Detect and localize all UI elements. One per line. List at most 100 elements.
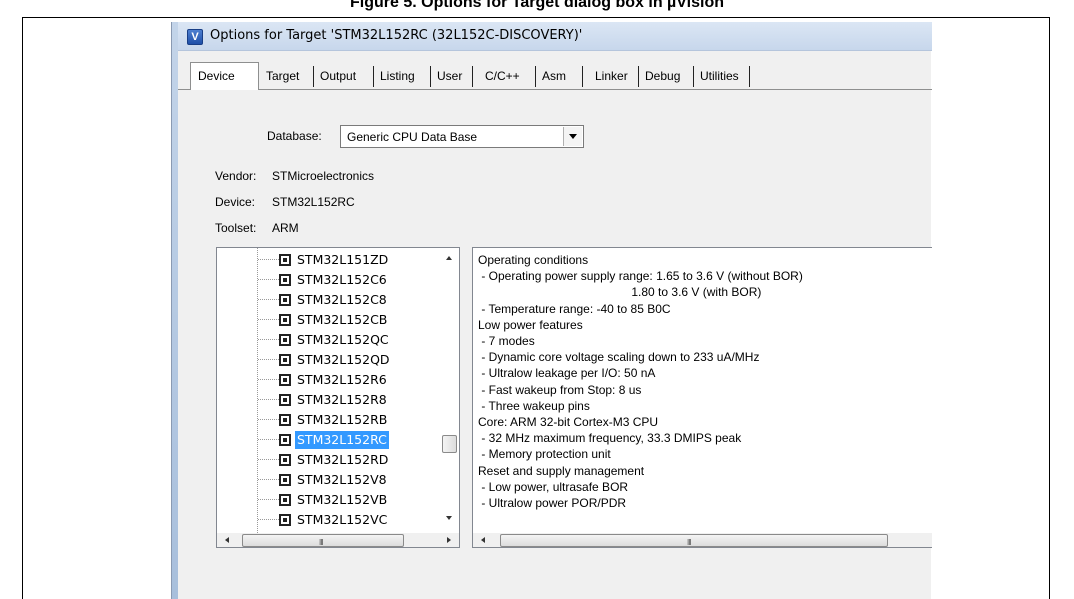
tree-item-label: STM32L152VC [297, 512, 388, 527]
description-horizontal-scrollbar[interactable]: III [473, 533, 932, 547]
tab-linker[interactable]: Linker [589, 65, 628, 88]
device-description-pane: Operating conditions - Operating power s… [472, 247, 932, 548]
window-border [172, 22, 178, 599]
scroll-left-icon[interactable] [481, 537, 485, 543]
chip-icon [279, 334, 291, 346]
description-line: - Memory protection unit [478, 447, 611, 462]
vendor-label: Vendor: [215, 169, 257, 183]
scroll-left-icon[interactable] [225, 537, 229, 543]
tab-device[interactable]: Device [190, 62, 259, 90]
tab-output[interactable]: Output [314, 65, 356, 88]
window-title: Options for Target 'STM32L152RC (32L152C… [210, 28, 583, 43]
scroll-down-icon[interactable] [446, 516, 452, 520]
description-line: - Low power, ultrasafe BOR [478, 479, 629, 494]
chip-icon [279, 394, 291, 406]
device-tree-vertical-scrollbar[interactable] [440, 248, 459, 533]
tree-item-label: STM32L151ZD [297, 252, 389, 267]
figure-caption-region: Figure 5. Options for Target dialog box … [0, 0, 1074, 12]
tree-item[interactable]: STM32L152R6 [217, 371, 437, 389]
tab-separator [749, 66, 750, 87]
tree-connector [258, 459, 279, 460]
tree-item[interactable]: STM32L152R8 [217, 391, 437, 409]
tree-item[interactable]: STM32L152C8 [217, 291, 437, 309]
tree-item[interactable]: STM32L152RB [217, 411, 437, 429]
scrollbar-thumb[interactable]: III [242, 534, 404, 547]
description-line: Low power features [478, 317, 583, 332]
scrollbar-grip: III [319, 538, 324, 547]
tab-user[interactable]: User [431, 65, 462, 88]
description-line: - Temperature range: -40 to 85 B0C [478, 301, 671, 316]
description-line: - Dynamic core voltage scaling down to 2… [478, 350, 760, 365]
toolset-value: ARM [272, 221, 299, 235]
device-tree-horizontal-scrollbar[interactable]: III [217, 533, 459, 547]
scrollbar-thumb[interactable] [442, 435, 457, 453]
tree-item-label: STM32L152C8 [297, 292, 387, 307]
database-select[interactable]: Generic CPU Data Base [340, 125, 584, 148]
vendor-value: STMicroelectronics [272, 169, 375, 183]
tree-item[interactable]: STM32L151ZD [217, 251, 437, 269]
database-select-value: Generic CPU Data Base [347, 130, 478, 144]
tab-separator [582, 66, 583, 87]
tab-utilities[interactable]: Utilities [694, 65, 739, 88]
chip-icon [279, 374, 291, 386]
tree-connector [258, 259, 279, 260]
tree-item-label: STM32L152R6 [297, 372, 387, 387]
tree-item[interactable]: STM32L152CB [217, 311, 437, 329]
tab-strip: Device Target Output Listing User C/C++ … [178, 62, 932, 94]
tree-item[interactable]: STM32L152VB [217, 491, 437, 509]
tree-item[interactable]: STM32L152QD [217, 351, 437, 369]
tree-item[interactable]: STM32L152RC [217, 431, 437, 449]
tree-item[interactable]: STM32L152VC [217, 511, 437, 529]
tree-connector [258, 299, 279, 300]
tab-listing[interactable]: Listing [374, 65, 415, 88]
keil-uvision-icon: V [187, 29, 203, 45]
chip-icon [279, 494, 291, 506]
chip-icon [279, 454, 291, 466]
tree-connector [258, 499, 279, 500]
tree-connector [258, 339, 279, 340]
chip-icon [279, 294, 291, 306]
scroll-up-icon[interactable] [446, 256, 452, 260]
tree-item-label: STM32L152RD [297, 452, 389, 467]
chip-icon [279, 274, 291, 286]
chip-icon [279, 414, 291, 426]
description-line: - Three wakeup pins [478, 398, 590, 413]
tab-separator [472, 66, 473, 87]
tree-connector [258, 319, 279, 320]
description-line: Reset and supply management [478, 463, 645, 478]
chip-icon [279, 474, 291, 486]
tree-item[interactable]: STM32L152RD [217, 451, 437, 469]
tab-debug[interactable]: Debug [639, 65, 680, 88]
tree-connector [258, 419, 279, 420]
window-titlebar[interactable]: V Options for Target 'STM32L152RC (32L15… [178, 22, 932, 51]
tree-item-label: STM32L152QD [297, 352, 390, 367]
scrollbar-grip: III [687, 538, 692, 547]
tree-connector [258, 479, 279, 480]
description-line: Core: ARM 32-bit Cortex-M3 CPU [478, 415, 659, 429]
device-label: Device: [215, 195, 256, 209]
tree-item[interactable]: STM32L152C6 [217, 271, 437, 289]
tab-target[interactable]: Target [260, 65, 299, 88]
scrollbar-thumb[interactable]: III [500, 534, 888, 547]
chip-icon [279, 314, 291, 326]
description-line: - Ultralow leakage per I/O: 50 nA [478, 366, 656, 381]
tree-item[interactable]: STM32L152QC [217, 331, 437, 349]
description-line: - Operating power supply range: 1.65 to … [478, 269, 803, 284]
device-tree[interactable]: STM32L151ZD STM32L152C6 STM32L152C8 STM32L1… [216, 247, 460, 548]
tree-item-label: STM32L152VB [297, 492, 388, 507]
tree-item-label: STM32L152R8 [297, 392, 387, 407]
description-line: 1.80 to 3.6 V (with BOR) [478, 285, 762, 300]
tab-asm[interactable]: Asm [536, 65, 566, 88]
chevron-down-icon[interactable] [563, 127, 582, 146]
tree-connector [258, 399, 279, 400]
tree-item-label: STM32L152V8 [297, 472, 387, 487]
tree-item[interactable]: STM32L152V8 [217, 471, 437, 489]
scroll-right-icon[interactable] [447, 537, 451, 543]
tab-c-cpp[interactable]: C/C++ [479, 65, 520, 88]
database-label: Database: [267, 129, 322, 143]
description-line: Operating conditions [478, 253, 589, 267]
description-line: - Ultralow power POR/PDR [478, 496, 627, 510]
description-line: - 32 MHz maximum frequency, 33.3 DMIPS p… [478, 431, 742, 446]
chip-icon [279, 254, 291, 266]
device-value: STM32L152RC [272, 195, 355, 209]
